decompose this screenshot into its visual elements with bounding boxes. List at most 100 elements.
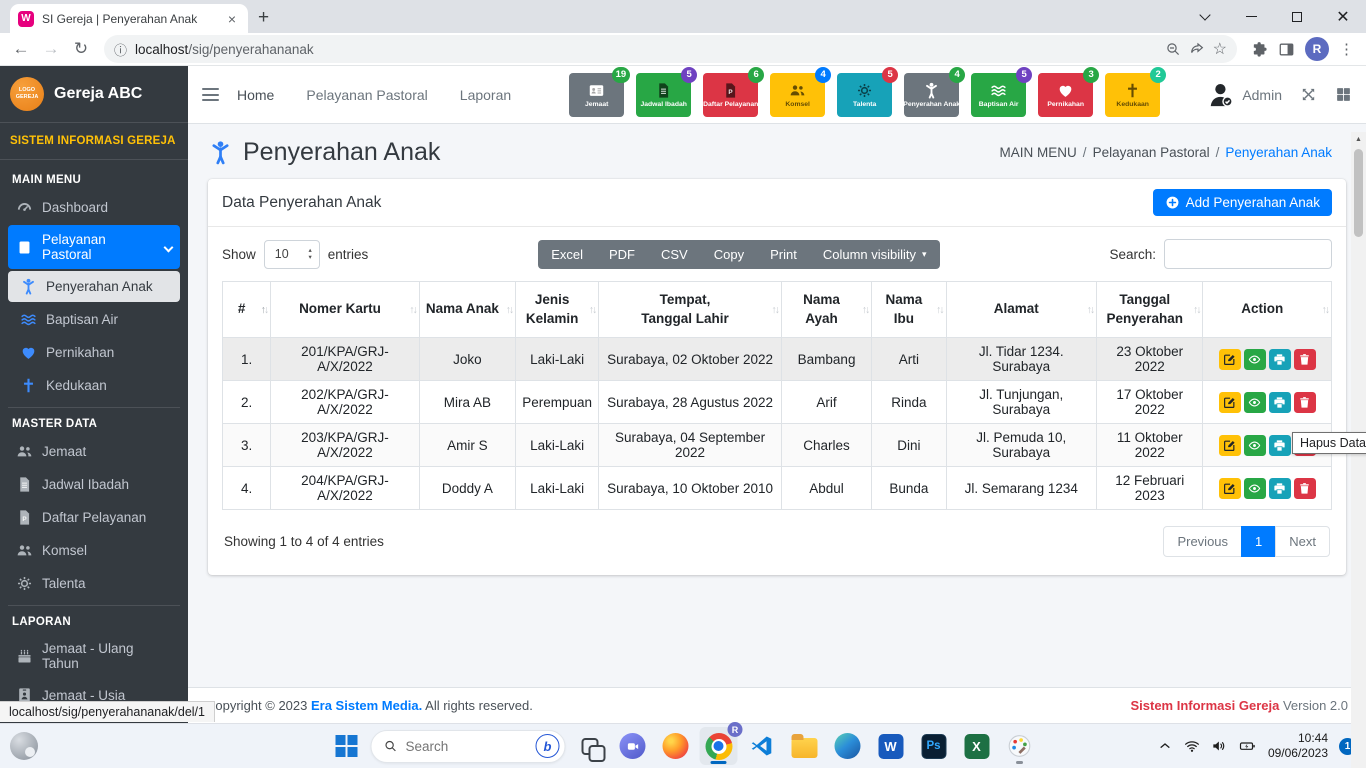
tile-komsel[interactable]: 4 Komsel [770, 73, 825, 117]
taskbar-search[interactable]: b [371, 730, 566, 763]
excel-app-icon[interactable]: X [958, 727, 996, 765]
window-close-button[interactable]: ✕ [1320, 0, 1366, 33]
edit-button[interactable] [1219, 349, 1241, 370]
tile-daftar-pelayanan[interactable]: 6 Daftar Pelayanan [703, 73, 758, 117]
view-button[interactable] [1244, 349, 1266, 370]
export-excel-button[interactable]: Excel [538, 240, 596, 269]
sidebar-item-pernikahan[interactable]: Pernikahan [8, 337, 180, 368]
search-input[interactable] [1164, 239, 1332, 269]
view-button[interactable] [1244, 435, 1266, 456]
col-header-no[interactable]: #↑↓ [223, 282, 271, 338]
tile-jemaat[interactable]: 19 Jemaat [569, 73, 624, 117]
back-button[interactable]: ← [8, 36, 34, 62]
word-app-icon[interactable]: W [872, 727, 910, 765]
window-chevron-icon[interactable] [1182, 0, 1228, 33]
sidebar-item-penyerahan-anak[interactable]: Penyerahan Anak [8, 271, 180, 302]
photoshop-app-icon[interactable]: Ps [915, 727, 953, 765]
column-visibility-button[interactable]: Column visibility▾ [810, 240, 940, 269]
new-tab-button[interactable]: + [258, 7, 269, 29]
delete-button[interactable] [1294, 349, 1316, 370]
scroll-up-icon[interactable]: ▲ [1351, 132, 1366, 147]
page-1-button[interactable]: 1 [1241, 526, 1276, 557]
col-header-alamat[interactable]: Alamat↑↓ [946, 282, 1097, 338]
reload-button[interactable]: ↻ [68, 36, 94, 62]
extensions-puzzle-icon[interactable] [1251, 41, 1268, 58]
col-header-action[interactable]: Action↑↓ [1203, 282, 1332, 338]
tab-close-icon[interactable]: × [224, 11, 240, 27]
chrome-app-icon[interactable]: R [700, 727, 738, 765]
grid-menu-icon[interactable] [1335, 86, 1352, 103]
user-menu[interactable]: Admin [1207, 81, 1282, 109]
tile-baptisan-air[interactable]: 5 Baptisan Air [971, 73, 1026, 117]
task-view-button[interactable] [571, 727, 609, 765]
print-button[interactable] [1269, 349, 1291, 370]
tile-kedukaan[interactable]: 2 Kedukaan [1105, 73, 1160, 117]
edit-button[interactable] [1219, 478, 1241, 499]
add-penyerahan-anak-button[interactable]: Add Penyerahan Anak [1153, 189, 1332, 216]
export-print-button[interactable]: Print [757, 240, 810, 269]
browser-menu-icon[interactable]: ⋮ [1339, 40, 1354, 58]
tray-chevron-up-icon[interactable] [1157, 738, 1173, 754]
col-header-ttl[interactable]: Tempat, Tanggal Lahir↑↓ [599, 282, 782, 338]
address-bar[interactable]: ⓘ localhost/sig/penyerahananak ☆ [104, 35, 1237, 63]
view-button[interactable] [1244, 478, 1266, 499]
view-button[interactable] [1244, 392, 1266, 413]
edge-app-icon[interactable] [829, 727, 867, 765]
breadcrumb-item[interactable]: MAIN MENU [1000, 145, 1077, 160]
sidebar-item-jemaat[interactable]: Jemaat [8, 436, 180, 467]
zoom-icon[interactable] [1165, 41, 1181, 57]
nav-link-home[interactable]: Home [237, 87, 274, 103]
scrollbar-thumb[interactable] [1354, 149, 1363, 237]
browser-profile-avatar[interactable]: R [1305, 37, 1329, 61]
col-header-jenis-kelamin[interactable]: Jenis Kelamin↑↓ [516, 282, 599, 338]
export-pdf-button[interactable]: PDF [596, 240, 648, 269]
side-panel-icon[interactable] [1278, 41, 1295, 58]
page-length-select[interactable]: 10 ▴▾ [264, 240, 320, 269]
battery-icon[interactable] [1238, 738, 1257, 754]
file-explorer-icon[interactable] [786, 727, 824, 765]
site-info-icon[interactable]: ⓘ [114, 40, 127, 59]
sidebar-brand[interactable]: LOGO GEREJA Gereja ABC [0, 66, 188, 123]
previous-page-button[interactable]: Previous [1163, 526, 1242, 557]
print-button[interactable] [1269, 478, 1291, 499]
export-csv-button[interactable]: CSV [648, 240, 701, 269]
col-header-nomer-kartu[interactable]: Nomer Kartu↑↓ [271, 282, 420, 338]
next-page-button[interactable]: Next [1275, 526, 1330, 557]
taskbar-search-input[interactable] [406, 739, 528, 754]
forward-button[interactable]: → [38, 36, 64, 62]
fullscreen-icon[interactable] [1300, 86, 1317, 103]
col-header-nama-anak[interactable]: Nama Anak↑↓ [419, 282, 515, 338]
start-button[interactable] [328, 727, 366, 765]
sidebar-item-jadwal-ibadah[interactable]: Jadwal Ibadah [8, 469, 180, 500]
wifi-icon[interactable] [1184, 738, 1200, 754]
volume-icon[interactable] [1211, 738, 1227, 754]
col-header-nama-ibu[interactable]: Nama Ibu↑↓ [872, 282, 946, 338]
print-button[interactable] [1269, 392, 1291, 413]
sidebar-item-dashboard[interactable]: Dashboard [8, 192, 180, 223]
edit-button[interactable] [1219, 392, 1241, 413]
browser-tab[interactable]: W SI Gereja | Penyerahan Anak × [10, 4, 248, 33]
tile-jadwal-ibadah[interactable]: 5 Jadwal Ibadah [636, 73, 691, 117]
clock[interactable]: 10:44 09/06/2023 [1268, 731, 1328, 761]
chat-app-icon[interactable] [614, 727, 652, 765]
col-header-tanggal-penyerahan[interactable]: Tanggal Penyerahan↑↓ [1097, 282, 1203, 338]
bing-icon[interactable]: b [536, 734, 560, 758]
edit-button[interactable] [1219, 435, 1241, 456]
col-header-nama-ayah[interactable]: Nama Ayah↑↓ [781, 282, 871, 338]
sidebar-item-baptisan-air[interactable]: Baptisan Air [8, 304, 180, 335]
menu-toggle-button[interactable] [202, 88, 219, 101]
share-icon[interactable] [1189, 41, 1205, 57]
export-copy-button[interactable]: Copy [701, 240, 757, 269]
widgets-icon[interactable] [10, 732, 38, 760]
breadcrumb-item[interactable]: Pelayanan Pastoral [1083, 145, 1210, 160]
delete-button[interactable] [1294, 478, 1316, 499]
footer-brand-link[interactable]: Era Sistem Media. [311, 698, 422, 713]
nav-link-laporan[interactable]: Laporan [460, 87, 511, 103]
sidebar-item-komsel[interactable]: Komsel [8, 535, 180, 566]
paint-app-icon[interactable] [1001, 727, 1039, 765]
tile-talenta[interactable]: 5 Talenta [837, 73, 892, 117]
sidebar-item-talenta[interactable]: Talenta [8, 568, 180, 599]
firefox-app-icon[interactable] [657, 727, 695, 765]
sidebar-item-kedukaan[interactable]: Kedukaan [8, 370, 180, 401]
delete-button[interactable] [1294, 392, 1316, 413]
